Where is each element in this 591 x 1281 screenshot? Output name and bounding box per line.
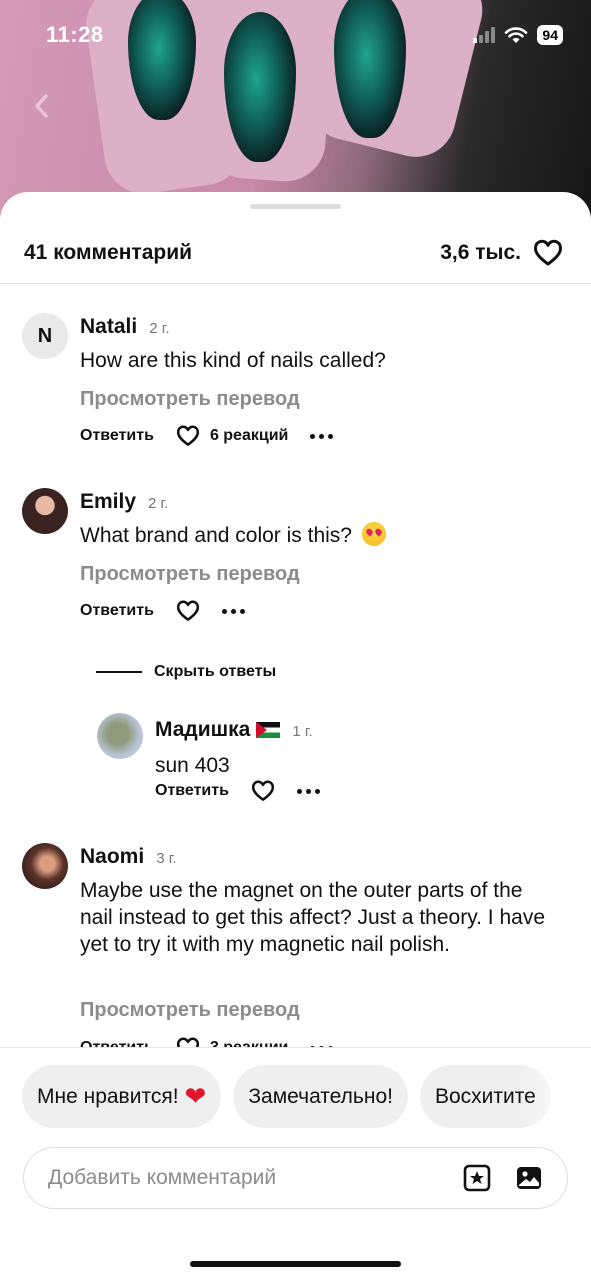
view-translation-link[interactable]: Просмотреть перевод — [80, 999, 300, 1022]
heart-icon[interactable] — [176, 1037, 200, 1047]
back-chevron-icon[interactable] — [32, 92, 52, 120]
comment-input-box[interactable] — [23, 1147, 568, 1209]
comment-text: Maybe use the magnet on the outer parts … — [80, 879, 546, 956]
battery-level: 94 — [537, 25, 563, 45]
quick-reaction-chip[interactable]: Мне нравится! ❤ — [22, 1065, 222, 1128]
heart-icon[interactable] — [251, 780, 275, 802]
quick-reactions: Мне нравится! ❤ Замечательно! Восхитите — [22, 1065, 551, 1128]
comments-header: 41 комментарий 3,6 тыс. — [0, 222, 591, 284]
avatar[interactable] — [97, 713, 143, 759]
comment-author[interactable]: Emily — [80, 490, 136, 514]
hide-replies-label: Скрыть ответы — [154, 663, 277, 680]
wifi-icon — [505, 27, 528, 43]
likes-area: 3,6 тыс. — [440, 239, 563, 267]
quick-reaction-chip[interactable]: Восхитите — [419, 1065, 551, 1128]
palestine-flag-icon — [256, 722, 281, 738]
status-icons: 94 — [473, 25, 563, 45]
comment-composer: Мне нравится! ❤ Замечательно! Восхитите — [0, 1047, 591, 1281]
sheet-grabber[interactable] — [250, 204, 341, 209]
reply-button[interactable]: Ответить — [80, 602, 154, 620]
avatar[interactable] — [22, 488, 68, 534]
reply-button[interactable]: Ответить — [80, 427, 154, 445]
reaction-count: 6 реакций — [209, 427, 289, 444]
image-icon[interactable] — [515, 1164, 543, 1192]
comment-text: How are this kind of nails called? — [80, 349, 386, 372]
home-indicator — [190, 1261, 401, 1267]
avatar[interactable] — [22, 843, 68, 889]
reply-age: 1 г. — [292, 723, 313, 740]
heart-icon[interactable] — [176, 425, 200, 447]
hide-replies-toggle[interactable]: Скрыть ответы — [96, 663, 276, 681]
sticker-icon[interactable] — [463, 1164, 491, 1192]
reactions[interactable]: 3 реакции — [176, 1037, 288, 1047]
composer-icons — [463, 1164, 543, 1192]
comment-age: 2 г. — [148, 495, 169, 512]
more-icon[interactable] — [310, 433, 334, 439]
comment-age: 2 г. — [149, 320, 170, 337]
reply-text: sun 403 — [155, 754, 230, 777]
comment-author[interactable]: Natali — [80, 315, 137, 339]
reply-button[interactable]: Ответить — [80, 1039, 154, 1047]
heart-eyes-emoji-icon — [361, 522, 386, 546]
more-icon[interactable] — [221, 608, 245, 614]
more-icon[interactable] — [296, 788, 320, 794]
reaction-count: 3 реакции — [210, 1039, 288, 1047]
likes-count: 3,6 тыс. — [440, 240, 521, 264]
heart-icon[interactable] — [533, 239, 563, 267]
reply-button[interactable]: Ответить — [155, 782, 229, 800]
avatar[interactable]: N — [22, 313, 68, 359]
comment-count: 41 комментарий — [24, 240, 193, 264]
signal-icon — [473, 27, 496, 43]
reactions[interactable]: 6 реакций — [176, 425, 288, 447]
heart-icon[interactable] — [176, 600, 200, 622]
status-time: 11:28 — [46, 22, 104, 47]
quick-reaction-chip[interactable]: Замечательно! — [233, 1065, 408, 1128]
view-translation-link[interactable]: Просмотреть перевод — [80, 388, 300, 411]
reply-author[interactable]: Мадишка — [155, 718, 281, 742]
status-bar: 11:28 94 — [0, 0, 591, 70]
comment-author[interactable]: Naomi — [80, 845, 144, 869]
comment-text: What brand and color is this? — [80, 522, 560, 549]
comments-list[interactable]: N Natali 2 г. How are this kind of nails… — [0, 285, 591, 1047]
view-translation-link[interactable]: Просмотреть перевод — [80, 563, 300, 586]
comment-input[interactable] — [48, 1166, 428, 1190]
comment-age: 3 г. — [156, 850, 177, 867]
red-heart-emoji-icon: ❤ — [184, 1081, 207, 1111]
